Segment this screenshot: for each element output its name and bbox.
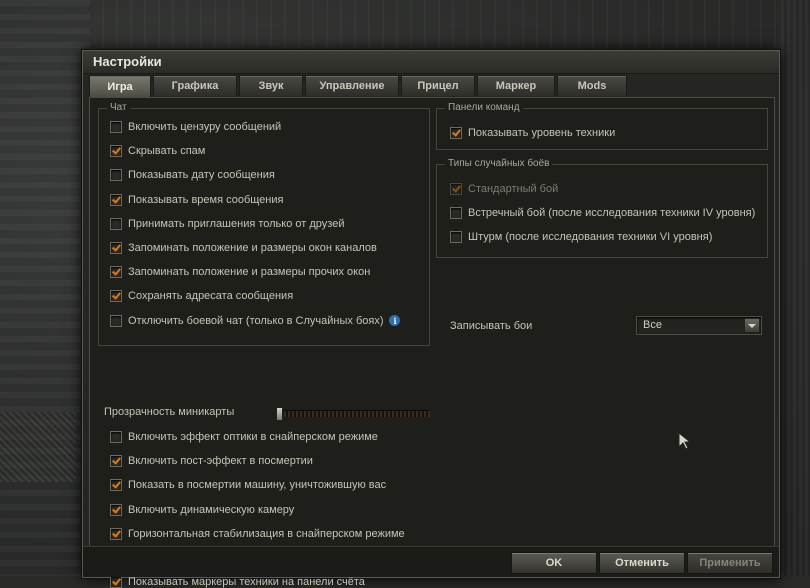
settings-content: Чат Включить цензуру сообщений Скрывать с… bbox=[89, 97, 775, 588]
info-icon[interactable]: i bbox=[389, 315, 401, 327]
background-structure-right bbox=[778, 0, 810, 576]
checkbox-checked[interactable] bbox=[450, 127, 462, 139]
tab-controls[interactable]: Управление bbox=[305, 75, 399, 96]
checkbox-label: Показывать маркеры техники на панели счё… bbox=[128, 576, 365, 588]
cancel-button[interactable]: Отменить bbox=[599, 552, 685, 574]
background-grate bbox=[0, 412, 76, 482]
tab-graphics[interactable]: Графика bbox=[153, 75, 237, 96]
bottom-bar: OK Отменить Применить bbox=[83, 546, 779, 577]
checkbox-label: Встречный бой (после исследования техник… bbox=[468, 207, 756, 220]
checkbox-label: Сохранять адресата сообщения bbox=[128, 290, 294, 303]
checkbox-row[interactable]: Запоминать положение и размеры прочих ок… bbox=[110, 266, 371, 279]
checkbox-label: Показать в посмертии машину, уничтожившу… bbox=[128, 479, 387, 492]
checkbox-checked[interactable] bbox=[110, 242, 122, 254]
record-battles-label: Записывать бои bbox=[450, 320, 533, 332]
checkbox-row[interactable]: Запоминать положение и размеры окон кана… bbox=[110, 242, 377, 254]
checkbox-row[interactable]: Включить пост-эффект в посмертии bbox=[110, 455, 313, 468]
checkbox-row[interactable]: Штурм (после исследования техники VI уро… bbox=[450, 231, 713, 244]
checkbox-checked[interactable] bbox=[110, 145, 122, 158]
checkbox-row[interactable]: Показывать уровень техники bbox=[450, 127, 615, 139]
checkbox-unchecked[interactable] bbox=[450, 207, 462, 220]
battle-types-legend: Типы случайных боёв bbox=[445, 158, 553, 169]
settings-window: Настройки Игра Графика Звук Управление П… bbox=[82, 50, 780, 588]
checkbox-row[interactable]: Показать в посмертии машину, уничтожившу… bbox=[110, 479, 387, 492]
checkbox-checked[interactable] bbox=[110, 503, 122, 516]
checkbox-unchecked[interactable] bbox=[110, 314, 122, 327]
checkbox-label: Включить динамическую камеру bbox=[128, 503, 295, 516]
checkbox-unchecked[interactable] bbox=[110, 169, 122, 182]
background-structure-left bbox=[0, 0, 90, 576]
window-title: Настройки bbox=[93, 54, 162, 69]
checkbox-row[interactable]: Включить динамическую камеру bbox=[110, 503, 295, 516]
checkbox-checked[interactable] bbox=[110, 455, 122, 468]
checkbox-label: Стандартный бой bbox=[468, 183, 559, 195]
record-battles-dropdown[interactable]: Все bbox=[636, 316, 762, 335]
checkbox-row[interactable]: Встречный бой (после исследования техник… bbox=[450, 207, 756, 220]
checkbox-label: Показывать уровень техники bbox=[468, 127, 616, 139]
checkbox-checked[interactable] bbox=[110, 576, 122, 588]
checkbox-unchecked[interactable] bbox=[110, 217, 122, 230]
checkbox-unchecked[interactable] bbox=[110, 431, 122, 443]
checkbox-row[interactable]: Включить эффект оптики в снайперском реж… bbox=[110, 431, 378, 443]
checkbox-row[interactable]: Показывать время сообщения bbox=[110, 193, 284, 206]
tab-mods[interactable]: Mods bbox=[557, 75, 627, 96]
slider-knob[interactable] bbox=[276, 407, 283, 421]
checkbox-row[interactable]: Скрывать спам bbox=[110, 145, 206, 158]
checkbox-unchecked[interactable] bbox=[450, 231, 462, 244]
tab-game[interactable]: Игра bbox=[89, 75, 151, 97]
checkbox-label: Штурм (после исследования техники VI уро… bbox=[468, 231, 713, 244]
checkbox-label: Отключить боевой чат (только в Случайных… bbox=[128, 314, 384, 327]
record-battles-value: Все bbox=[643, 319, 662, 331]
tab-bar: Игра Графика Звук Управление Прицел Марк… bbox=[89, 75, 629, 97]
tab-marker[interactable]: Маркер bbox=[477, 75, 555, 96]
checkbox-row[interactable]: Показывать маркеры техники на панели счё… bbox=[110, 576, 365, 588]
background-structure-top bbox=[90, 0, 780, 50]
checkbox-checked[interactable] bbox=[110, 479, 122, 492]
checkbox-label: Принимать приглашения только от друзей bbox=[128, 217, 345, 230]
tab-sight[interactable]: Прицел bbox=[401, 75, 475, 96]
checkbox-row[interactable]: Горизонтальная стабилизация в снайперско… bbox=[110, 527, 405, 540]
apply-button[interactable]: Применить bbox=[687, 552, 773, 574]
checkbox-label: Запоминать положение и размеры прочих ок… bbox=[128, 266, 371, 279]
checkbox-label: Запоминать положение и размеры окон кана… bbox=[128, 242, 377, 254]
checkbox-row[interactable]: Стандартный бой bbox=[450, 183, 558, 195]
checkbox-label: Включить эффект оптики в снайперском реж… bbox=[128, 431, 378, 443]
chevron-down-icon[interactable] bbox=[744, 318, 760, 333]
checkbox-checked[interactable] bbox=[110, 193, 122, 206]
minimap-transparency-label: Прозрачность миникарты bbox=[104, 406, 235, 418]
checkbox-label: Показывать время сообщения bbox=[128, 193, 284, 206]
minimap-transparency-slider[interactable] bbox=[276, 407, 430, 421]
checkbox-checked[interactable] bbox=[110, 266, 122, 279]
team-panels-legend: Панели команд bbox=[445, 102, 523, 113]
tab-sound[interactable]: Звук bbox=[239, 75, 303, 96]
checkbox-unchecked[interactable] bbox=[110, 121, 122, 133]
checkbox-label: Включить пост-эффект в посмертии bbox=[128, 455, 313, 468]
checkbox-row[interactable]: Сохранять адресата сообщения bbox=[110, 290, 294, 303]
checkbox-label: Показывать дату сообщения bbox=[128, 169, 275, 182]
checkbox-row[interactable]: Отключить боевой чат (только в Случайных… bbox=[110, 314, 401, 327]
checkbox-label: Скрывать спам bbox=[128, 145, 206, 158]
checkbox-row[interactable]: Включить цензуру сообщений bbox=[110, 121, 281, 133]
checkbox-label: Включить цензуру сообщений bbox=[128, 121, 282, 133]
checkbox-row[interactable]: Принимать приглашения только от друзей bbox=[110, 217, 345, 230]
checkbox-row[interactable]: Показывать дату сообщения bbox=[110, 169, 275, 182]
title-bar[interactable]: Настройки bbox=[83, 51, 779, 74]
ok-button[interactable]: OK bbox=[511, 552, 597, 574]
checkbox-checked[interactable] bbox=[450, 183, 462, 195]
checkbox-label: Горизонтальная стабилизация в снайперско… bbox=[128, 527, 405, 540]
chat-legend: Чат bbox=[107, 102, 130, 113]
checkbox-checked[interactable] bbox=[110, 290, 122, 303]
checkbox-checked[interactable] bbox=[110, 527, 122, 540]
